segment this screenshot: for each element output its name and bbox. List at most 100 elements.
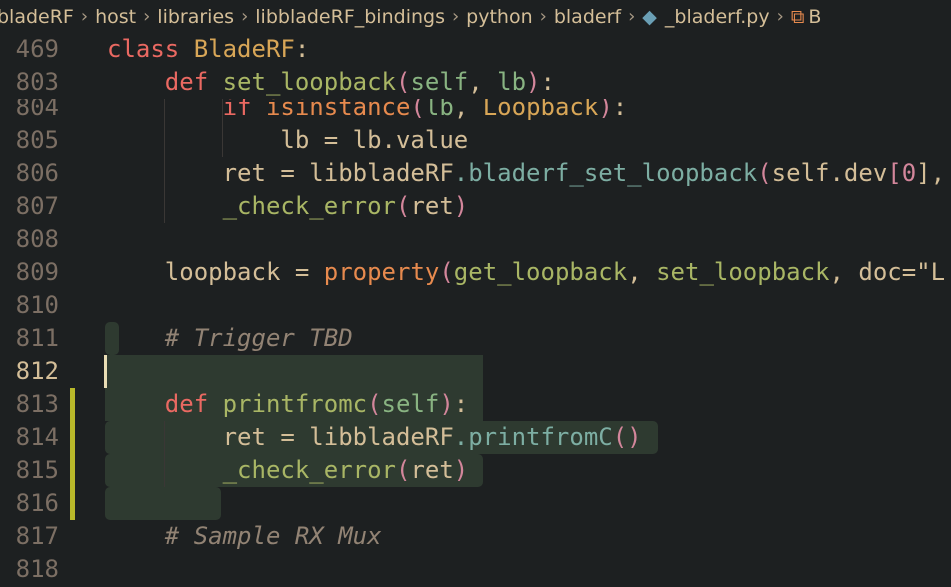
code-line[interactable]: 812 (0, 355, 951, 388)
code-text: ret = libbladeRF.bladerf_set_loopback(se… (107, 157, 951, 190)
line-number: 805 (15, 126, 59, 154)
code-token: # Trigger TBD (164, 324, 353, 352)
line-number: 810 (15, 291, 59, 319)
code-line[interactable]: 807 _check_error(ret) (0, 190, 951, 223)
line-number: 816 (15, 489, 59, 517)
code-token: : (453, 390, 469, 418)
code-text: def printfromc(self): (107, 388, 468, 421)
line-number: 809 (15, 258, 59, 286)
code-line[interactable]: 816 (0, 487, 951, 520)
code-line[interactable]: 810 (0, 289, 951, 322)
code-text: loopback = property(get_loopback, set_lo… (107, 256, 945, 289)
code-token: BladeRF (193, 35, 295, 63)
code-text: _check_error(ret) (107, 454, 469, 487)
code-token: ret = libbladeRF (107, 423, 454, 451)
code-token: # Sample RX Mux (164, 522, 382, 550)
line-number: 811 (15, 324, 59, 352)
breadcrumb: bladeRF › host › libraries › libbladeRF_bindin… (0, 0, 951, 33)
line-number: 803 (15, 68, 59, 96)
code-token: [ (887, 159, 902, 187)
code-token: ( (395, 68, 411, 96)
code-line[interactable]: 818 (0, 553, 951, 586)
breadcrumb-item[interactable]: bladeRF (0, 6, 74, 28)
code-text: # Trigger TBD (107, 322, 353, 355)
sticky-scroll-header[interactable]: 469 class BladeRF: 803 def set_loopback(se… (0, 33, 951, 99)
code-token: get_loopback (453, 258, 628, 286)
code-token: self (771, 159, 830, 187)
line-number: 815 (15, 456, 59, 484)
breadcrumb-item[interactable]: python (466, 6, 532, 28)
breadcrumb-item[interactable]: libbladeRF_bindings (255, 6, 445, 28)
breadcrumb-item[interactable]: _bladerf.py (665, 6, 770, 28)
code-token: ret (410, 192, 454, 220)
code-token: _check_error (222, 456, 396, 484)
code-token: property (323, 258, 440, 286)
line-number: 807 (15, 192, 59, 220)
code-token: ret = libbladeRF (107, 159, 454, 187)
code-token: () (612, 423, 642, 451)
class-symbol-icon: ⧉ (790, 5, 805, 28)
code-token: ) (526, 68, 541, 96)
chevron-right-icon: › (241, 6, 249, 27)
code-text: lb = lb.value (107, 124, 468, 157)
code-token: ( (395, 456, 411, 484)
line-number: 469 (15, 35, 59, 63)
editor-body[interactable]: 804 if isinstance(lb, Loopback): 805 lb =… (0, 91, 951, 587)
code-token: loopback = (107, 258, 324, 286)
code-token: ) (439, 390, 454, 418)
chevron-right-icon: › (776, 6, 784, 27)
breadcrumb-item[interactable]: bladerf (554, 6, 621, 28)
code-token: ) (453, 456, 469, 484)
code-token: ], (916, 159, 946, 187)
line-number: 808 (15, 225, 59, 253)
line-number: 806 (15, 159, 59, 187)
code-line[interactable]: 813 def printfromc(self): (0, 388, 951, 421)
code-token: .printfromC (453, 423, 613, 451)
code-token: printfromc (222, 390, 368, 418)
code-line[interactable]: 806 ret = libbladeRF.bladerf_set_loopbac… (0, 157, 951, 190)
code-line[interactable]: 815 _check_error(ret) (0, 454, 951, 487)
code-token: : (294, 35, 310, 63)
code-token: , (468, 68, 498, 96)
code-token: .bladerf_set_loopback (453, 159, 758, 187)
code-line[interactable]: 814 ret = libbladeRF.printfromC() (0, 421, 951, 454)
breadcrumb-item[interactable]: host (95, 6, 136, 28)
chevron-right-icon: › (451, 6, 460, 27)
code-token: lb = lb.value (107, 126, 469, 154)
code-token: ( (395, 192, 411, 220)
code-line[interactable]: 817 # Sample RX Mux (0, 520, 951, 553)
line-number: 814 (15, 423, 59, 451)
code-token: , (627, 258, 657, 286)
code-line[interactable]: 803 def set_loopback(self, lb): (0, 66, 951, 99)
python-file-icon: ◆ (642, 5, 657, 28)
code-token: def (164, 390, 223, 418)
code-token: 0 (901, 159, 917, 187)
line-number: 813 (15, 390, 59, 418)
line-number: 818 (15, 555, 59, 583)
code-line[interactable]: 811 # Trigger TBD (0, 322, 951, 355)
code-token: set_loopback (222, 68, 396, 96)
code-line[interactable]: 469 class BladeRF: (0, 33, 951, 66)
code-line[interactable]: 808 (0, 223, 951, 256)
code-text: ret = libbladeRF.printfromC() (107, 421, 642, 454)
code-token: set_loopback (656, 258, 830, 286)
code-text: def set_loopback(self, lb): (107, 66, 555, 99)
code-token: ( (367, 390, 382, 418)
code-token: class (107, 35, 194, 63)
code-text: _check_error(ret) (107, 190, 469, 223)
code-token: , doc="L (829, 258, 946, 286)
code-line[interactable]: 805 lb = lb.value (0, 124, 951, 157)
breadcrumb-item[interactable]: libraries (157, 6, 234, 28)
breadcrumb-item[interactable]: B (808, 6, 821, 28)
code-token: .dev (829, 159, 888, 187)
chevron-right-icon: › (143, 6, 151, 27)
code-token: _check_error (222, 192, 396, 220)
chevron-right-icon: › (628, 6, 636, 27)
code-line[interactable]: 809 loopback = property(get_loopback, se… (0, 256, 951, 289)
